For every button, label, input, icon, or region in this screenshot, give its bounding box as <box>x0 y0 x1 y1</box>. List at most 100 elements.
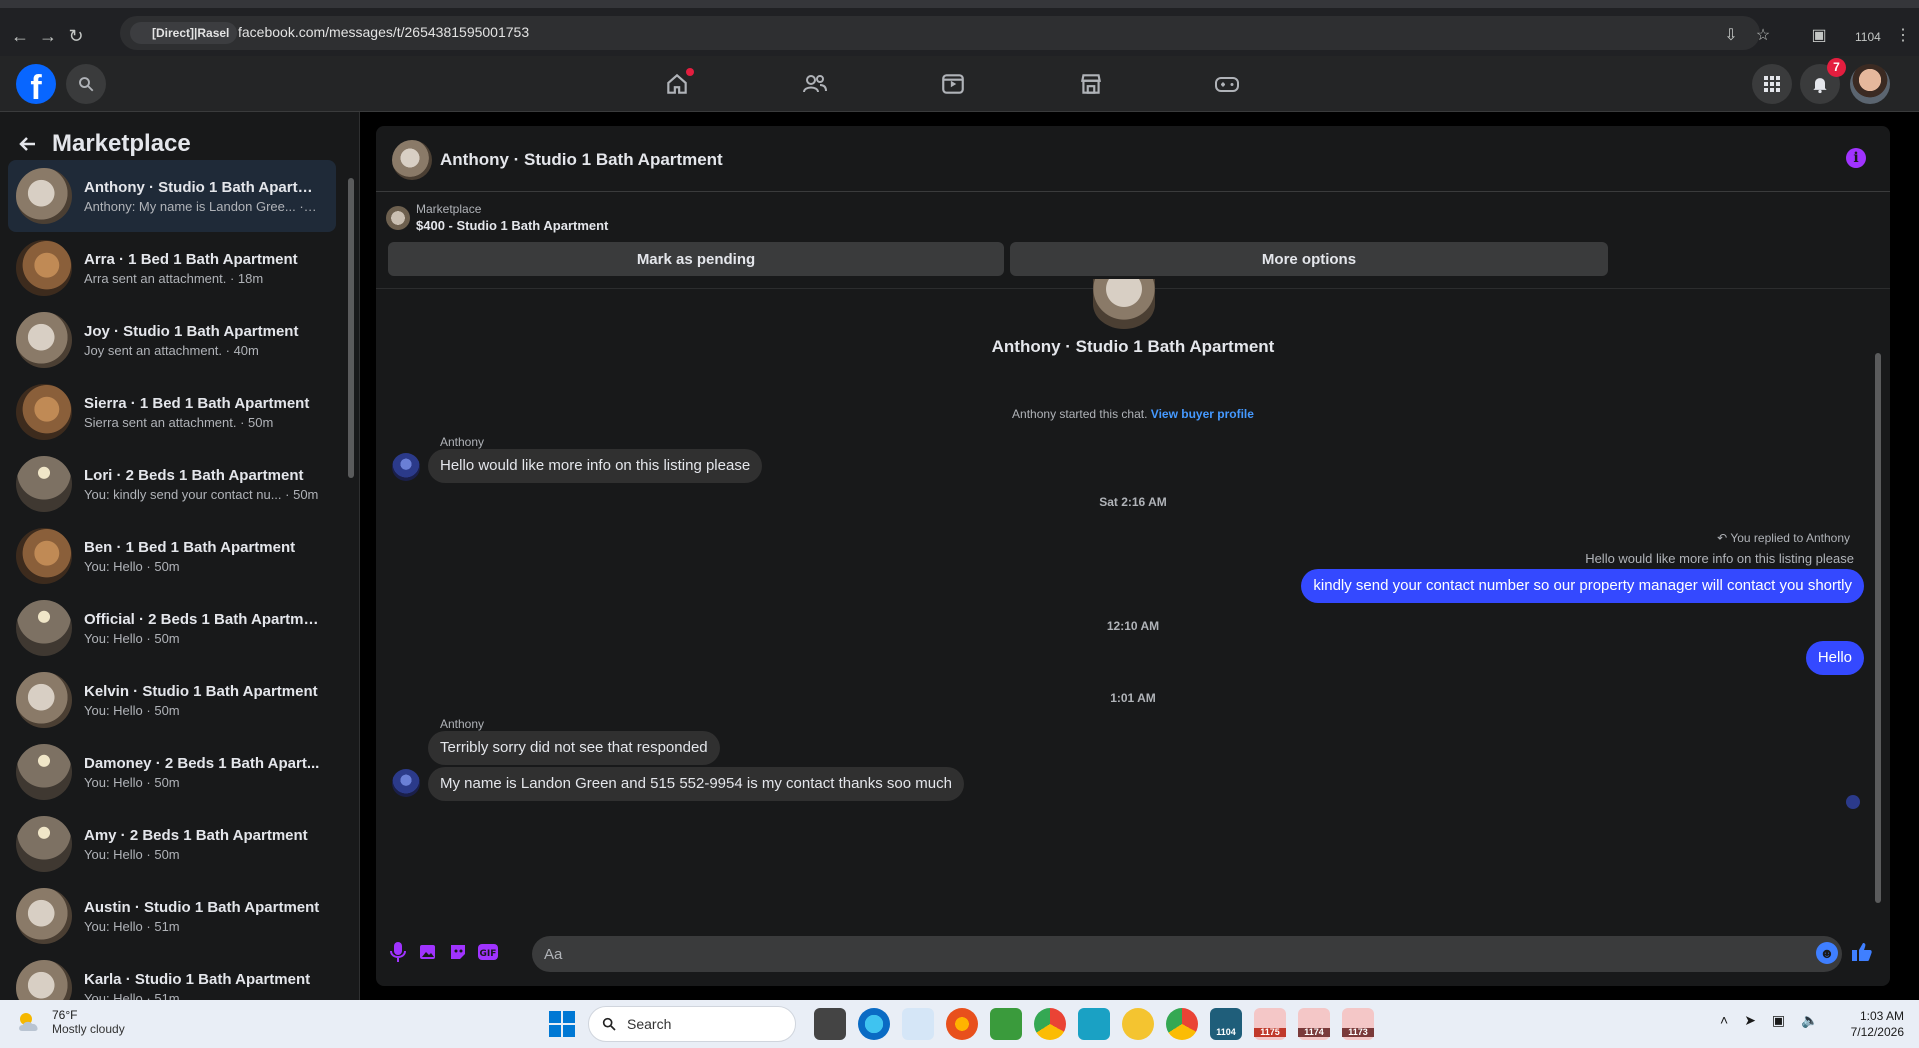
gif-icon[interactable]: GIF <box>476 940 500 964</box>
app-badge-1173-icon[interactable]: 1173 <box>1342 1008 1374 1040</box>
emoji-icon[interactable]: ☻ <box>1816 942 1838 964</box>
view-buyer-profile-link[interactable]: View buyer profile <box>1151 407 1254 421</box>
outgoing-message[interactable]: Hello <box>1805 641 1864 675</box>
url-text[interactable]: facebook.com/messages/t/2654381595001753 <box>238 24 529 40</box>
notifications-bell-icon[interactable]: 7 <box>1800 58 1846 104</box>
chat-title: Official · 2 Beds 1 Bath Apartment <box>84 610 320 628</box>
bookmark-star-icon[interactable]: ☆ <box>1750 22 1776 48</box>
sidebar-scrollbar[interactable] <box>347 164 355 1000</box>
app-badge-1104-icon[interactable]: 1104 <box>1210 1008 1242 1040</box>
more-options-button[interactable]: More options <box>1010 242 1608 276</box>
chat-list-item[interactable]: Lori · 2 Beds 1 Bath Apartment You: kindl… <box>8 448 336 520</box>
message-scrollbar[interactable] <box>1874 293 1882 915</box>
chat-list-item[interactable]: Joy · Studio 1 Bath Apartment Joy sent an… <box>8 304 336 376</box>
chat-list-item[interactable]: Austin · Studio 1 Bath Apartment You: Hel… <box>8 880 336 952</box>
chat-preview: You: Hello · 50m <box>84 774 180 790</box>
firefox-icon[interactable] <box>946 1008 978 1040</box>
reply-quote[interactable]: Hello would like more info on this listi… <box>1585 551 1854 566</box>
sender-avatar[interactable] <box>392 769 420 797</box>
network-icon[interactable]: ▣ <box>1772 1012 1785 1029</box>
taskbar-search-icon <box>602 1017 616 1031</box>
conversation-title[interactable]: Anthony · Studio 1 Bath Apartment <box>440 150 723 170</box>
chat-start-notice: Anthony started this chat. View buyer pr… <box>376 407 1890 421</box>
chat-list-item[interactable]: Arra · 1 Bed 1 Bath Apartment Arra sent a… <box>8 232 336 304</box>
app-badge-1174-icon[interactable]: 1174 <box>1298 1008 1330 1040</box>
edge-browser-icon[interactable] <box>858 1008 890 1040</box>
chat-list-item[interactable]: Damoney · 2 Beds 1 Bath Apart... You: Hel… <box>8 736 336 808</box>
sticker-icon[interactable] <box>446 940 470 964</box>
back-icon[interactable]: ← <box>6 22 34 50</box>
sidebar-scroll-thumb[interactable] <box>348 178 354 478</box>
conversation-avatar[interactable] <box>392 140 432 180</box>
forward-icon[interactable]: → <box>34 22 62 50</box>
chat-preview: You: Hello · 50m <box>84 630 180 646</box>
spreadsheet-icon[interactable] <box>990 1008 1022 1040</box>
chat-preview: Arra sent an attachment. · 18m <box>84 270 264 286</box>
outgoing-message[interactable]: kindly send your contact number so our p… <box>1301 569 1864 603</box>
incoming-message[interactable]: Terribly sorry did not see that responde… <box>428 731 720 765</box>
listing-thumbnail <box>16 888 72 944</box>
listing-thumbnail <box>386 206 410 230</box>
back-arrow-icon[interactable] <box>18 134 38 154</box>
incoming-message[interactable]: My name is Landon Green and 515 552-9954… <box>428 767 964 801</box>
weather-widget[interactable]: 76°F Mostly cloudy <box>16 1008 125 1036</box>
photo-icon[interactable] <box>416 940 440 964</box>
reply-note-text: You replied to Anthony <box>1730 531 1850 545</box>
snipping-tool-icon[interactable] <box>902 1008 934 1040</box>
thumbs-up-icon[interactable] <box>1850 940 1874 964</box>
mark-as-pending-button[interactable]: Mark as pending <box>388 242 1004 276</box>
friends-icon[interactable] <box>760 64 870 104</box>
message-input[interactable] <box>532 936 1842 972</box>
marketplace-icon[interactable] <box>1036 64 1146 104</box>
chat-title: Joy · Studio 1 Bath Apartment <box>84 322 299 340</box>
message-scroll-thumb[interactable] <box>1875 353 1881 903</box>
chat-list-item[interactable]: Anthony · Studio 1 Bath Apartm... Anthony… <box>8 160 336 232</box>
microphone-icon[interactable] <box>386 940 410 964</box>
home-icon[interactable] <box>622 64 732 104</box>
intro-avatar <box>1093 279 1155 329</box>
search-icon[interactable] <box>66 64 106 104</box>
chat-list-item[interactable]: Sierra · 1 Bed 1 Bath Apartment Sierra se… <box>8 376 336 448</box>
address-bar[interactable]: [Direct]|Rasel facebook.com/messages/t/2… <box>120 16 1760 50</box>
chrome-icon[interactable] <box>1034 1008 1066 1040</box>
chat-list-item[interactable]: Ben · 1 Bed 1 Bath Apartment You: Hello ·… <box>8 520 336 592</box>
app-badge-1175-icon[interactable]: 1175 <box>1254 1008 1286 1040</box>
site-info-label: [Direct]|Rasel <box>152 26 230 40</box>
facebook-header: f 7 <box>0 56 1919 112</box>
menu-grid-icon[interactable] <box>1752 64 1792 104</box>
app-s-icon[interactable] <box>1078 1008 1110 1040</box>
chat-list-item[interactable]: Kelvin · Studio 1 Bath Apartment You: Hel… <box>8 664 336 736</box>
video-icon[interactable] <box>898 64 1008 104</box>
sender-avatar[interactable] <box>392 453 420 481</box>
notification-badge: 7 <box>1827 58 1846 77</box>
incoming-message[interactable]: Hello would like more info on this listi… <box>428 449 763 483</box>
chat-list-item[interactable]: Karla · Studio 1 Bath Apartment You: Hell… <box>8 952 336 1000</box>
reload-icon[interactable]: ↻ <box>62 22 90 50</box>
weather-description: Mostly cloudy <box>52 1022 125 1036</box>
chat-list-item[interactable]: Official · 2 Beds 1 Bath Apartment You: H… <box>8 592 336 664</box>
tab-search-icon[interactable]: ▣ <box>1806 22 1832 48</box>
listing-thumbnail <box>16 456 72 512</box>
taskbar-search[interactable]: Search <box>588 1006 796 1042</box>
windows-start-icon[interactable] <box>548 1010 576 1038</box>
volume-icon[interactable]: 🔈 <box>1801 1012 1818 1029</box>
facebook-logo-icon[interactable]: f <box>16 64 56 104</box>
site-info-chip[interactable]: [Direct]|Rasel <box>130 22 238 44</box>
home-notification-dot <box>686 68 694 76</box>
app-badge-label: 1175 <box>1254 1028 1286 1037</box>
intro-name: Anthony · Studio 1 Bath Apartment <box>991 337 1275 356</box>
tray-chevron-icon[interactable]: ˄ <box>1720 1012 1728 1029</box>
chrome-profile-icon[interactable] <box>1166 1008 1198 1040</box>
gaming-icon[interactable] <box>1172 64 1282 104</box>
install-icon[interactable]: ⇩ <box>1718 22 1744 48</box>
system-clock[interactable]: 1:03 AM 7/12/2026 <box>1840 1008 1904 1040</box>
app-badge-label: 1174 <box>1298 1028 1330 1037</box>
info-icon[interactable]: i <box>1846 148 1866 168</box>
location-icon[interactable]: ➤ <box>1744 1012 1756 1029</box>
profile-avatar[interactable] <box>1850 64 1890 104</box>
task-view-icon[interactable] <box>814 1008 846 1040</box>
chat-list-item[interactable]: Amy · 2 Beds 1 Bath Apartment You: Hello … <box>8 808 336 880</box>
browser-menu-icon[interactable]: ⋮ <box>1890 22 1916 48</box>
app-x-icon[interactable] <box>1122 1008 1154 1040</box>
chat-preview: Sierra sent an attachment. · 50m <box>84 414 274 430</box>
